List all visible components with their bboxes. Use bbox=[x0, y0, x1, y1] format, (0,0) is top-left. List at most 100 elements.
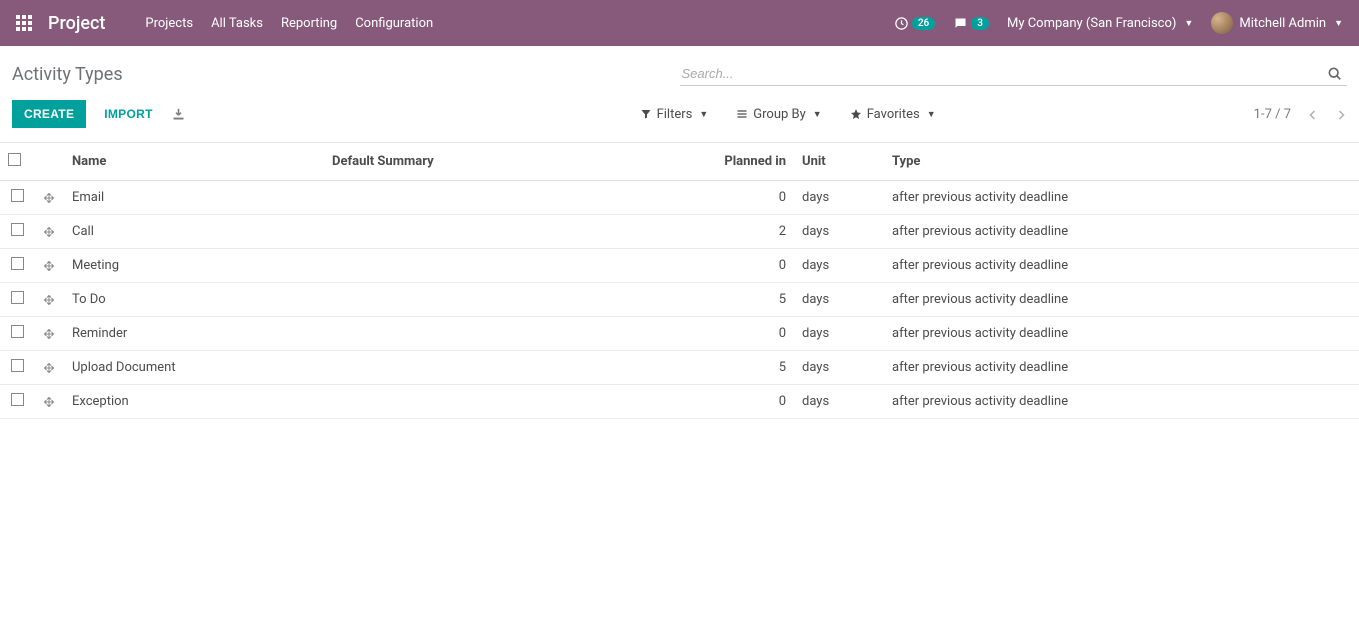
messages-badge: 3 bbox=[971, 17, 989, 30]
star-icon bbox=[850, 107, 862, 122]
download-icon[interactable] bbox=[171, 106, 186, 121]
user-menu[interactable]: Mitchell Admin ▼ bbox=[1211, 12, 1343, 34]
row-checkbox[interactable] bbox=[11, 291, 24, 304]
cell-unit: days bbox=[794, 283, 884, 317]
table-row[interactable]: Upload Document 5daysafter previous activ… bbox=[0, 351, 1359, 385]
col-header-summary[interactable]: Default Summary bbox=[324, 143, 704, 181]
nav-link-configuration[interactable]: Configuration bbox=[355, 16, 433, 31]
app-brand[interactable]: Project bbox=[48, 13, 105, 34]
cell-planned: 2 bbox=[704, 215, 794, 249]
cell-planned: 0 bbox=[704, 385, 794, 419]
cell-type: after previous activity deadline bbox=[884, 215, 1359, 249]
nav-right: 26 3 My Company (San Francisco) ▼ Mitche… bbox=[894, 12, 1343, 34]
table-row[interactable]: To Do5daysafter previous activity deadli… bbox=[0, 283, 1359, 317]
cell-summary bbox=[324, 317, 704, 351]
row-checkbox[interactable] bbox=[11, 359, 24, 372]
table-row[interactable]: Email 0daysafter previous activity deadli… bbox=[0, 181, 1359, 215]
row-checkbox[interactable] bbox=[11, 325, 24, 338]
caret-down-icon: ▼ bbox=[699, 109, 708, 120]
activities-button[interactable]: 26 bbox=[894, 15, 935, 30]
create-button[interactable]: CREATE bbox=[12, 100, 86, 128]
top-navbar: Project Projects All Tasks Reporting Con… bbox=[0, 0, 1359, 46]
drag-handle-icon[interactable] bbox=[43, 360, 55, 375]
cell-name: To Do bbox=[64, 283, 324, 317]
cell-unit: days bbox=[794, 351, 884, 385]
avatar bbox=[1211, 12, 1233, 34]
drag-handle-icon[interactable] bbox=[43, 292, 55, 307]
col-header-type[interactable]: Type bbox=[884, 143, 1359, 181]
cell-name: Call bbox=[64, 215, 324, 249]
cell-summary bbox=[324, 351, 704, 385]
filters-label: Filters bbox=[657, 107, 693, 122]
cell-summary bbox=[324, 283, 704, 317]
cell-type: after previous activity deadline bbox=[884, 317, 1359, 351]
cell-planned: 0 bbox=[704, 249, 794, 283]
import-button[interactable]: IMPORT bbox=[104, 107, 152, 121]
list-table: Name Default Summary Planned in Unit Typ… bbox=[0, 143, 1359, 419]
cell-unit: days bbox=[794, 317, 884, 351]
caret-down-icon: ▼ bbox=[927, 109, 936, 120]
cell-name: Email bbox=[64, 181, 324, 215]
drag-handle-icon[interactable] bbox=[43, 190, 55, 205]
nav-link-reporting[interactable]: Reporting bbox=[281, 16, 337, 31]
row-checkbox[interactable] bbox=[11, 393, 24, 406]
cell-unit: days bbox=[794, 215, 884, 249]
col-header-name[interactable]: Name bbox=[64, 143, 324, 181]
apps-icon[interactable] bbox=[16, 15, 32, 31]
table-row[interactable]: Exception 0daysafter previous activity de… bbox=[0, 385, 1359, 419]
cell-type: after previous activity deadline bbox=[884, 283, 1359, 317]
cell-summary bbox=[324, 215, 704, 249]
table-row[interactable]: Reminder 0daysafter previous activity dea… bbox=[0, 317, 1359, 351]
cell-name: Reminder bbox=[64, 317, 324, 351]
drag-handle-icon[interactable] bbox=[43, 326, 55, 341]
groupby-dropdown[interactable]: Group By ▼ bbox=[736, 107, 821, 122]
drag-handle-icon[interactable] bbox=[43, 258, 55, 273]
select-all-checkbox[interactable] bbox=[8, 153, 21, 166]
cell-planned: 0 bbox=[704, 317, 794, 351]
cell-planned: 5 bbox=[704, 351, 794, 385]
cell-unit: days bbox=[794, 249, 884, 283]
search-input[interactable] bbox=[680, 62, 1348, 86]
table-row[interactable]: Call 2daysafter previous activity deadlin… bbox=[0, 215, 1359, 249]
row-checkbox[interactable] bbox=[11, 257, 24, 270]
caret-down-icon: ▼ bbox=[813, 109, 822, 120]
row-checkbox[interactable] bbox=[11, 223, 24, 236]
table-header-row: Name Default Summary Planned in Unit Typ… bbox=[0, 143, 1359, 181]
cell-type: after previous activity deadline bbox=[884, 351, 1359, 385]
drag-handle-icon[interactable] bbox=[43, 224, 55, 239]
pager-prev[interactable] bbox=[1307, 104, 1319, 125]
cell-summary bbox=[324, 181, 704, 215]
favorites-label: Favorites bbox=[867, 107, 920, 122]
search-view bbox=[680, 62, 1348, 86]
clock-icon bbox=[894, 15, 909, 30]
pager-next[interactable] bbox=[1335, 104, 1347, 125]
nav-link-projects[interactable]: Projects bbox=[145, 16, 193, 31]
nav-link-all-tasks[interactable]: All Tasks bbox=[211, 16, 263, 31]
drag-handle-icon[interactable] bbox=[43, 394, 55, 409]
control-panel: Activity Types CREATE IMPORT Filters ▼ G… bbox=[0, 46, 1359, 143]
breadcrumb: Activity Types bbox=[12, 64, 680, 85]
activities-badge: 26 bbox=[912, 17, 935, 30]
caret-down-icon: ▼ bbox=[1184, 18, 1193, 29]
messages-button[interactable]: 3 bbox=[953, 15, 989, 30]
cell-summary bbox=[324, 385, 704, 419]
company-switcher[interactable]: My Company (San Francisco) ▼ bbox=[1007, 16, 1193, 31]
favorites-dropdown[interactable]: Favorites ▼ bbox=[850, 107, 936, 122]
caret-down-icon: ▼ bbox=[1334, 18, 1343, 29]
search-icon[interactable] bbox=[1327, 66, 1343, 82]
pager-text[interactable]: 1-7 / 7 bbox=[1254, 107, 1291, 122]
cell-type: after previous activity deadline bbox=[884, 385, 1359, 419]
filters-dropdown[interactable]: Filters ▼ bbox=[640, 107, 709, 122]
cell-name: Exception bbox=[64, 385, 324, 419]
table-row[interactable]: Meeting0daysafter previous activity dead… bbox=[0, 249, 1359, 283]
col-header-planned[interactable]: Planned in bbox=[704, 143, 794, 181]
list-icon bbox=[736, 107, 748, 122]
cell-type: after previous activity deadline bbox=[884, 181, 1359, 215]
cell-unit: days bbox=[794, 181, 884, 215]
cell-unit: days bbox=[794, 385, 884, 419]
cell-name: Upload Document bbox=[64, 351, 324, 385]
cell-summary bbox=[324, 249, 704, 283]
cell-planned: 0 bbox=[704, 181, 794, 215]
row-checkbox[interactable] bbox=[11, 189, 24, 202]
col-header-unit[interactable]: Unit bbox=[794, 143, 884, 181]
